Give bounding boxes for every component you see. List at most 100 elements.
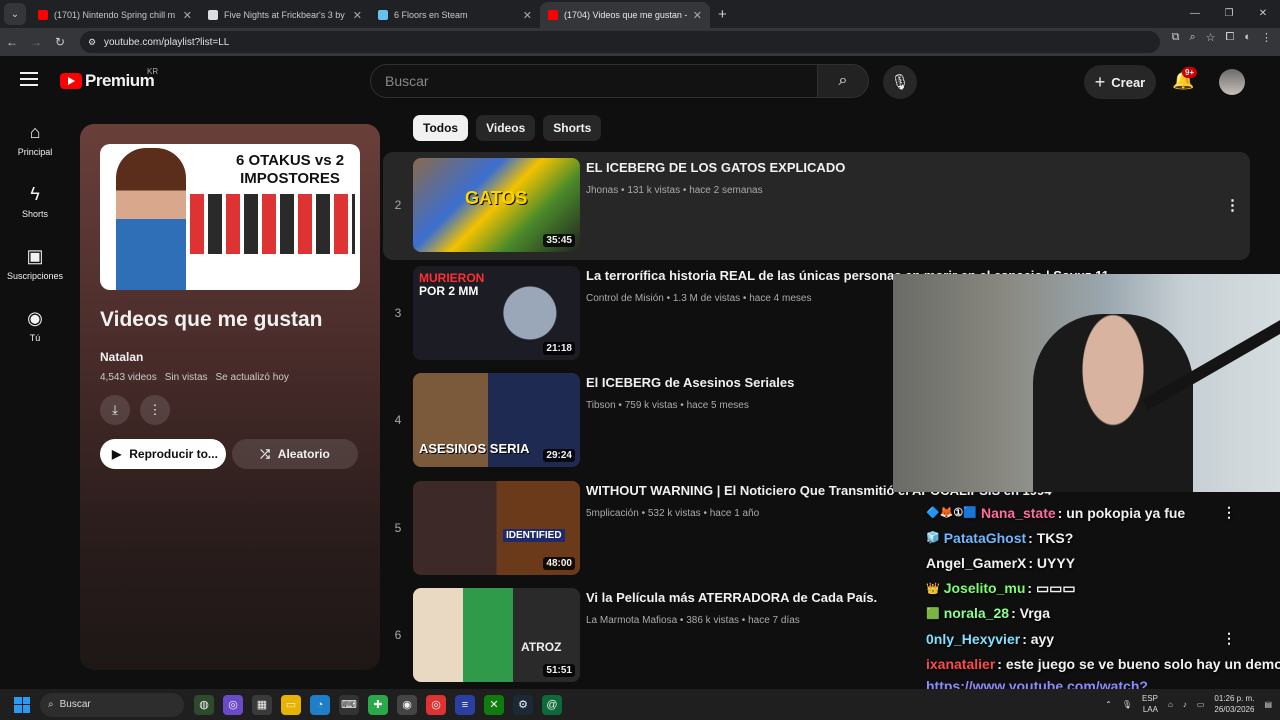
tab-close-icon[interactable]: ✕ — [183, 9, 192, 22]
app-blue-icon[interactable]: ≡ — [455, 694, 475, 715]
video-index: 3 — [394, 305, 402, 320]
video-channel[interactable]: La Marmota Mafiosa — [586, 615, 677, 626]
zoom-icon[interactable]: ⌕ — [1189, 31, 1195, 44]
bookmark-star-icon[interactable]: ☆ — [1206, 31, 1216, 44]
new-tab-button[interactable]: + — [718, 6, 727, 23]
browser-tab[interactable]: Five Nights at Frickbear's 3 by ✕ — [200, 2, 370, 28]
video-thumbnail[interactable]: ASESINOS SERIA 29:24 — [413, 373, 580, 467]
chat-username: Angel_GamerX — [926, 554, 1027, 571]
mic-icon: 🎙 — [890, 74, 910, 91]
forward-button[interactable]: → — [24, 35, 48, 49]
close-window-button[interactable]: ✕ — [1246, 0, 1280, 28]
notification-center-icon[interactable]: ▤ — [1264, 700, 1272, 709]
voice-search-button[interactable]: 🎙 — [883, 65, 917, 99]
widgets-icon[interactable]: ◍ — [194, 694, 214, 715]
video-channel[interactable]: 5mplicación — [586, 508, 639, 519]
chip-videos[interactable]: Videos — [476, 115, 536, 141]
video-thumbnail[interactable]: GATOS 35:45 — [413, 158, 580, 252]
menu-icon[interactable] — [20, 72, 38, 86]
browser-tab[interactable]: 6 Floors en Steam ✕ — [370, 2, 540, 28]
store-icon[interactable]: ▦ — [252, 694, 272, 715]
profile-icon[interactable]: ◐ — [1244, 31, 1251, 44]
browser-tab[interactable]: (1704) Videos que me gustan - ✕ — [540, 2, 710, 28]
chrome-icon[interactable]: ◎ — [426, 694, 446, 715]
tab-close-icon[interactable]: ✕ — [693, 9, 702, 22]
playlist-thumbnail[interactable]: 6 OTAKUS vs 2 IMPOSTORES — [100, 144, 360, 290]
clock[interactable]: 01:26 p. m. 26/03/2026 — [1214, 693, 1254, 715]
extensions-icon[interactable]: ⧠ — [1226, 31, 1235, 44]
lang-a: ESP — [1141, 694, 1158, 703]
taskbar-search[interactable]: ⌕ Buscar — [40, 692, 184, 717]
video-thumbnail[interactable]: ATROZ 51:51 — [413, 588, 580, 682]
video-channel[interactable]: Control de Misión — [586, 293, 664, 304]
minimize-button[interactable]: — — [1178, 0, 1212, 28]
search-button[interactable]: ⌕ — [817, 64, 869, 98]
browser-menu-icon[interactable]: ⋮ — [1261, 31, 1272, 44]
video-channel[interactable]: Jhonas — [586, 185, 618, 196]
app-green-icon[interactable]: ✚ — [368, 694, 388, 715]
stream-chat-overlay: 🔷🦊①🟦 Nana_state: un pokopia ya fue ⋮ 🧊 Patat… — [926, 500, 1280, 718]
app-record-icon[interactable]: ◉ — [397, 694, 417, 715]
video-age: hace 7 días — [748, 615, 800, 626]
video-thumbnail[interactable]: MURIERON POR 2 MM 21:18 — [413, 265, 580, 360]
maximize-button[interactable]: ❐ — [1212, 0, 1246, 28]
battery-icon[interactable]: ▭ — [1197, 700, 1205, 709]
video-thumbnail[interactable]: IDENTIFIED 48:00 — [413, 480, 580, 575]
address-bar[interactable]: ⚙ youtube.com/playlist?list=LL — [80, 31, 1160, 53]
guide-item-tú[interactable]: ◉ Tú — [0, 294, 70, 356]
browser-tab[interactable]: (1701) Nintendo Spring chill m ✕ — [30, 2, 200, 28]
chat-more-icon[interactable]: ⋮ — [1222, 504, 1236, 521]
site-info-icon[interactable]: ⚙ — [88, 37, 96, 48]
copilot-icon[interactable]: ◎ — [223, 694, 243, 715]
chat-text: : TKS? — [1028, 529, 1074, 546]
tab-search-button[interactable]: ⌄ — [4, 3, 26, 25]
thumbnail-group — [190, 194, 355, 254]
browser-tab-strip: ⌄ (1701) Nintendo Spring chill m ✕ Five Ni… — [0, 0, 1280, 28]
playlist-owner[interactable]: Natalan — [100, 350, 360, 364]
tray-chevron-icon[interactable]: ⌃ — [1105, 700, 1112, 709]
terminal-icon[interactable]: ⌨ — [339, 694, 359, 715]
guide-item-suscripciones[interactable]: ▣ Suscripciones — [0, 232, 70, 294]
more-actions-icon[interactable]: ⋮ — [1225, 196, 1240, 214]
youtube-premium-logo[interactable]: Premium KR — [60, 67, 158, 91]
download-icon[interactable]: ⤓ — [100, 395, 130, 425]
chat-more-icon[interactable]: ⋮ — [1222, 630, 1236, 647]
avatar[interactable] — [1219, 69, 1245, 95]
search-input[interactable]: Buscar — [370, 64, 818, 98]
chat-text: : ▭▭▭ — [1027, 579, 1076, 596]
video-meta: Tibson • 759 k vistas • hace 5 meses — [586, 400, 749, 411]
chip-todos[interactable]: Todos — [413, 115, 469, 141]
guide-item-shorts[interactable]: ϟ Shorts — [0, 170, 70, 232]
shuffle-button[interactable]: ⤮ Aleatorio — [232, 439, 358, 469]
video-channel[interactable]: Tibson — [586, 400, 616, 411]
chip-shorts[interactable]: Shorts — [543, 115, 602, 141]
file-explorer-icon[interactable]: ▭ — [281, 694, 301, 715]
meta-separator: • — [677, 400, 687, 411]
meta-separator: • — [638, 507, 648, 519]
guide-item-principal[interactable]: ⌂ Principal — [0, 108, 70, 170]
video-title[interactable]: EL ICEBERG DE LOS GATOS EXPLICADO — [586, 160, 1236, 175]
create-button[interactable]: + Crear — [1084, 65, 1156, 99]
playlist-video-row[interactable]: 2 GATOS 35:45 EL ICEBERG DE LOS GATOS EXPLI… — [383, 152, 1250, 260]
windows-start-icon[interactable] — [14, 696, 30, 713]
edge-icon[interactable]: ◔ — [310, 694, 330, 715]
video-index: 6 — [394, 628, 402, 642]
language-indicator[interactable]: ESP LAA — [1142, 693, 1158, 715]
tab-close-icon[interactable]: ✕ — [353, 9, 362, 22]
network-icon[interactable]: ⌂ — [1168, 700, 1173, 709]
more-options-icon[interactable]: ⋮ — [140, 395, 170, 425]
chat-badges: 🔷🦊①🟦 — [926, 507, 977, 520]
install-icon[interactable]: ⧉ — [1172, 31, 1180, 44]
tray-mic-icon[interactable]: 🎙 — [1122, 700, 1132, 709]
reload-button[interactable]: ↻ — [48, 35, 72, 49]
window-controls: — ❐ ✕ — [1178, 0, 1280, 28]
chat-message: 0nly_Hexyvier: ayy ⋮ — [926, 626, 1276, 651]
back-button[interactable]: ← — [0, 35, 24, 49]
steam-icon[interactable]: ⚙ — [513, 694, 533, 715]
notifications-button[interactable]: 🔔 9+ — [1172, 67, 1198, 91]
tab-close-icon[interactable]: ✕ — [523, 9, 532, 22]
volume-icon[interactable]: ♪ — [1183, 700, 1187, 709]
play-all-button[interactable]: ▶ Reproducir to... — [100, 439, 226, 469]
xbox-icon[interactable]: ✕ — [484, 694, 504, 715]
app-dark-icon[interactable]: @ — [542, 694, 562, 715]
